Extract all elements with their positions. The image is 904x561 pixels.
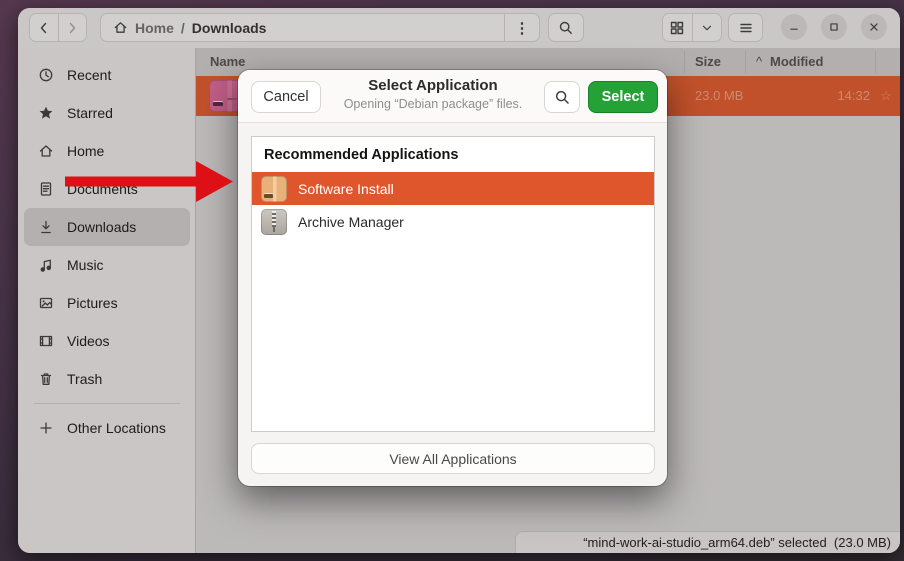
desktop-background: Home / Downloads ⋮ xyxy=(0,0,904,561)
star-icon xyxy=(38,105,54,121)
sidebar-item-label: Other Locations xyxy=(67,420,166,436)
maximize-button[interactable] xyxy=(821,14,847,40)
column-separator xyxy=(745,51,746,73)
status-text: “mind-work-ai-studio_arm64.deb” selected… xyxy=(583,535,891,550)
section-header: Recommended Applications xyxy=(252,137,654,172)
sidebar-item-label: Pictures xyxy=(67,295,118,311)
breadcrumb-separator: / xyxy=(181,20,185,36)
hamburger-icon xyxy=(738,20,754,36)
plus-icon xyxy=(38,420,54,436)
breadcrumb-current[interactable]: Downloads xyxy=(192,20,267,36)
dialog-subtitle: Opening “Debian package” files. xyxy=(328,96,538,112)
kebab-icon: ⋮ xyxy=(515,19,530,37)
minimize-button[interactable] xyxy=(781,14,807,40)
path-menu-button[interactable]: ⋮ xyxy=(504,14,539,41)
column-size[interactable]: Size xyxy=(695,48,721,76)
view-options-button[interactable] xyxy=(692,14,722,41)
view-all-applications-button[interactable]: View All Applications xyxy=(251,443,655,474)
archive-icon xyxy=(261,209,287,235)
dialog-header: Cancel Select Application Opening “Debia… xyxy=(238,70,667,123)
chevron-down-icon xyxy=(700,21,714,35)
breadcrumb[interactable]: Home / Downloads ⋮ xyxy=(100,13,540,42)
select-button[interactable]: Select xyxy=(588,81,658,113)
app-name: Archive Manager xyxy=(298,214,404,230)
dialog-title-box: Select Application Opening “Debian packa… xyxy=(328,76,538,112)
picture-icon xyxy=(38,295,54,311)
grid-view-button[interactable] xyxy=(663,14,692,41)
close-button[interactable] xyxy=(861,14,887,40)
application-list: Recommended Applications Software Instal… xyxy=(251,136,655,432)
sidebar-item-recent[interactable]: Recent xyxy=(24,56,190,94)
column-separator xyxy=(875,51,876,73)
back-button[interactable] xyxy=(30,14,58,41)
sidebar-item-label: Videos xyxy=(67,333,110,349)
sidebar-item-downloads[interactable]: Downloads xyxy=(24,208,190,246)
sidebar-item-label: Recent xyxy=(67,67,111,83)
magnifier-icon xyxy=(558,20,574,36)
nav-buttons xyxy=(29,13,87,42)
sidebar-item-label: Trash xyxy=(67,371,102,387)
sidebar-item-videos[interactable]: Videos xyxy=(24,322,190,360)
file-modified: 14:32 xyxy=(820,76,870,116)
sidebar-item-pictures[interactable]: Pictures xyxy=(24,284,190,322)
file-size: 23.0 MB xyxy=(695,76,743,116)
trash-icon xyxy=(38,371,54,387)
music-note-icon xyxy=(38,257,54,273)
sidebar-item-label: Starred xyxy=(67,105,113,121)
status-bar: “mind-work-ai-studio_arm64.deb” selected… xyxy=(515,531,900,553)
minimize-icon xyxy=(787,20,801,34)
app-row-archive-manager[interactable]: Archive Manager xyxy=(252,205,654,238)
sidebar-item-label: Downloads xyxy=(67,219,136,235)
red-arrow-annotation xyxy=(60,155,240,210)
sidebar-item-trash[interactable]: Trash xyxy=(24,360,190,398)
sort-indicator: ^ xyxy=(756,48,762,76)
forward-button[interactable] xyxy=(58,14,87,41)
column-modified[interactable]: Modified xyxy=(770,48,823,76)
sidebar: Recent Starred Home Documents Downloads xyxy=(18,48,196,553)
view-toggle xyxy=(662,13,722,42)
sidebar-item-starred[interactable]: Starred xyxy=(24,94,190,132)
grid-icon xyxy=(669,20,685,36)
deb-package-icon xyxy=(209,80,241,112)
sidebar-item-music[interactable]: Music xyxy=(24,246,190,284)
main-menu-button[interactable] xyxy=(728,13,763,42)
breadcrumb-home[interactable]: Home xyxy=(135,20,174,36)
sidebar-item-label: Music xyxy=(67,257,104,273)
dialog-title: Select Application xyxy=(328,76,538,96)
app-name: Software Install xyxy=(298,181,394,197)
close-icon xyxy=(867,20,881,34)
chevron-right-icon xyxy=(64,20,80,36)
download-icon xyxy=(38,219,54,235)
package-icon xyxy=(261,176,287,202)
chevron-left-icon xyxy=(36,20,52,36)
sidebar-separator xyxy=(34,403,180,404)
search-button[interactable] xyxy=(548,13,584,42)
app-row-software-install[interactable]: Software Install xyxy=(252,172,654,205)
select-application-dialog: Cancel Select Application Opening “Debia… xyxy=(238,70,667,486)
cancel-button[interactable]: Cancel xyxy=(251,81,321,113)
column-separator xyxy=(684,51,685,73)
header-bar: Home / Downloads ⋮ xyxy=(18,8,900,49)
home-icon xyxy=(38,143,54,159)
maximize-icon xyxy=(827,20,841,34)
film-icon xyxy=(38,333,54,349)
sidebar-item-other-locations[interactable]: Other Locations xyxy=(24,409,190,447)
home-icon xyxy=(113,20,128,35)
star-toggle-icon[interactable]: ☆ xyxy=(880,76,892,116)
document-icon xyxy=(38,181,54,197)
clock-icon xyxy=(38,67,54,83)
dialog-search-button[interactable] xyxy=(544,81,580,113)
magnifier-icon xyxy=(554,89,571,106)
